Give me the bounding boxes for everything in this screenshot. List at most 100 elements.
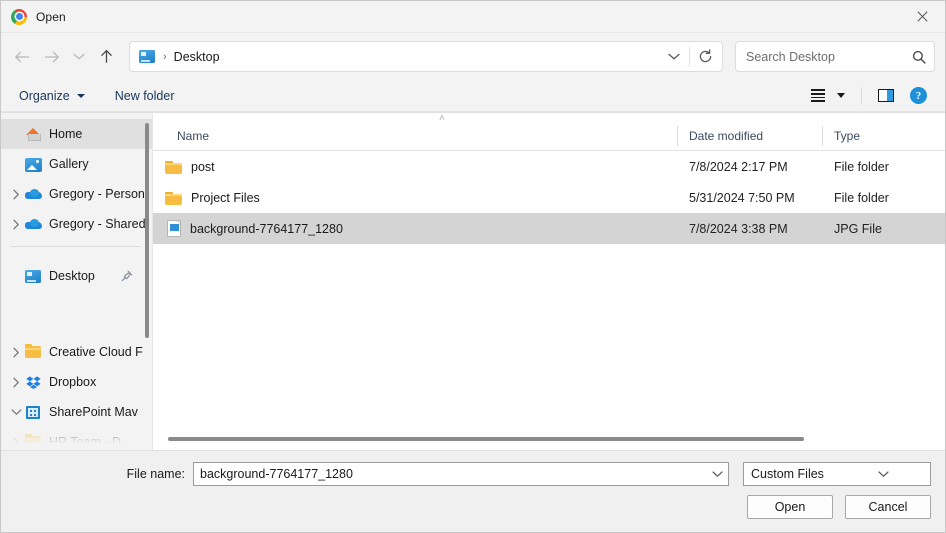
- column-header-date-modified[interactable]: Date modified: [677, 126, 822, 146]
- table-row[interactable]: Project Files 5/31/2024 7:50 PM File fol…: [153, 182, 945, 213]
- forward-button[interactable]: [37, 42, 67, 72]
- sidebar-divider: [11, 246, 140, 247]
- sidebar-item-label: Home: [49, 127, 83, 141]
- organize-button[interactable]: Organize: [15, 84, 93, 108]
- navigation-bar: › Desktop: [1, 33, 945, 80]
- sidebar-item-onedrive-personal[interactable]: Gregory - Person: [1, 179, 152, 209]
- file-name-cell: post: [153, 160, 677, 174]
- file-name-input[interactable]: [200, 467, 708, 481]
- sidebar-list: Home Gallery Gregory - Person Gregory - …: [1, 113, 152, 450]
- jpg-file-icon: [167, 220, 181, 237]
- sidebar-item-label: Dropbox: [49, 375, 97, 389]
- address-bar[interactable]: › Desktop: [129, 41, 723, 72]
- up-arrow-icon: [100, 49, 112, 63]
- date-modified-cell: 7/8/2024 2:17 PM: [689, 159, 788, 174]
- file-type-dropdown-button[interactable]: [840, 463, 929, 485]
- close-icon: [916, 11, 928, 22]
- help-button[interactable]: ?: [902, 84, 935, 108]
- horizontal-scrollbar[interactable]: [153, 428, 945, 450]
- file-name-dropdown-button[interactable]: [708, 463, 726, 485]
- sidebar-item-dropbox[interactable]: Dropbox: [1, 367, 152, 397]
- command-bar: Organize New folder ?: [1, 80, 945, 112]
- title-bar: Open: [1, 1, 945, 33]
- file-name-field[interactable]: [193, 462, 729, 486]
- chevron-down-icon[interactable]: [7, 408, 25, 416]
- chevron-right-icon[interactable]: [7, 189, 25, 200]
- search-input[interactable]: [746, 49, 912, 64]
- file-name-row: File name: Custom Files: [15, 462, 931, 486]
- onedrive-cloud-icon: [25, 186, 42, 202]
- dialog-footer: File name: Custom Files Open: [1, 450, 945, 532]
- folder-icon: [165, 191, 182, 205]
- date-modified-cell: 5/31/2024 7:50 PM: [689, 190, 795, 205]
- sidebar-item-label: Gregory - Person: [49, 187, 145, 201]
- refresh-icon: [699, 49, 711, 63]
- file-name-cell: Project Files: [153, 191, 677, 205]
- breadcrumb-current[interactable]: Desktop: [174, 50, 220, 64]
- back-button[interactable]: [7, 42, 37, 72]
- sidebar-item-onedrive-shared[interactable]: Gregory - Shared: [1, 209, 152, 239]
- file-name-label: File name:: [126, 467, 185, 481]
- sidebar-item-home[interactable]: Home: [1, 119, 152, 149]
- sidebar-item-sharepoint[interactable]: SharePoint Mav: [1, 397, 152, 427]
- scrollbar-thumb[interactable]: [168, 437, 805, 441]
- table-row[interactable]: background-7764177_1280 7/8/2024 3:38 PM…: [153, 213, 945, 244]
- file-type-value: Custom Files: [751, 467, 824, 481]
- recent-locations-button[interactable]: [67, 42, 91, 72]
- sharepoint-icon: [25, 404, 42, 420]
- back-arrow-icon: [15, 51, 30, 62]
- scrollbar-thumb[interactable]: [145, 123, 149, 338]
- breadcrumb-separator: ›: [163, 50, 167, 63]
- command-bar-divider: [861, 86, 862, 105]
- open-button[interactable]: Open: [747, 495, 833, 519]
- sidebar-item-label: Creative Cloud F: [49, 345, 143, 359]
- dialog-buttons: Open Cancel: [15, 495, 931, 519]
- list-view-icon: [811, 89, 825, 102]
- sidebar-item-label: SharePoint Mav: [49, 405, 138, 419]
- desktop-icon: [25, 268, 42, 284]
- up-button[interactable]: [91, 42, 121, 72]
- column-header-type[interactable]: Type: [822, 126, 942, 146]
- cancel-button[interactable]: Cancel: [845, 495, 931, 519]
- new-folder-button[interactable]: New folder: [107, 84, 183, 108]
- navigation-pane: Home Gallery Gregory - Person Gregory - …: [1, 113, 153, 450]
- chevron-down-icon: [73, 53, 85, 60]
- search-icon: [912, 50, 926, 64]
- chevron-down-icon: [711, 471, 723, 477]
- address-dropdown-button[interactable]: [659, 42, 689, 71]
- folder-icon: [165, 160, 182, 174]
- chevron-right-icon[interactable]: [7, 347, 25, 358]
- sidebar-item-desktop[interactable]: Desktop: [1, 261, 152, 291]
- table-row[interactable]: post 7/8/2024 2:17 PM File folder: [153, 151, 945, 182]
- home-icon: [25, 126, 42, 142]
- sidebar-item-label: Gregory - Shared: [49, 217, 146, 231]
- refresh-button[interactable]: [690, 42, 720, 71]
- chevron-right-icon[interactable]: [7, 377, 25, 388]
- close-button[interactable]: [899, 1, 945, 32]
- pin-icon[interactable]: [121, 270, 133, 285]
- sidebar-scrollbar[interactable]: [145, 123, 149, 450]
- sidebar-item-gallery[interactable]: Gallery: [1, 149, 152, 179]
- file-name-label: post: [191, 159, 215, 174]
- column-header-name[interactable]: Name: [153, 126, 677, 146]
- open-file-dialog: Open › Desktop Search Desktop Organize N…: [0, 0, 946, 533]
- preview-pane-button[interactable]: [870, 84, 902, 108]
- date-modified-cell: 7/8/2024 3:38 PM: [689, 221, 788, 236]
- sidebar-item-creative-cloud[interactable]: Creative Cloud F: [1, 337, 152, 367]
- scrollbar-track[interactable]: [168, 437, 930, 441]
- view-options-button[interactable]: [803, 84, 853, 108]
- sidebar-item-hr-team[interactable]: HR Team - D: [1, 427, 152, 450]
- file-name-label: background-7764177_1280: [190, 221, 343, 236]
- file-name-cell: background-7764177_1280: [153, 220, 677, 237]
- organize-label: Organize: [19, 88, 70, 103]
- forward-arrow-icon: [44, 51, 59, 62]
- chevron-right-icon[interactable]: [7, 219, 25, 230]
- search-box[interactable]: [735, 41, 935, 72]
- type-cell: JPG File: [834, 221, 882, 236]
- new-folder-label: New folder: [114, 88, 175, 103]
- file-rows: post 7/8/2024 2:17 PM File folder Projec…: [153, 151, 945, 428]
- dropbox-icon: [25, 374, 42, 390]
- sidebar-item-label: Gallery: [49, 157, 89, 171]
- chevron-right-icon[interactable]: [7, 437, 25, 448]
- file-type-dropdown[interactable]: Custom Files: [743, 462, 931, 486]
